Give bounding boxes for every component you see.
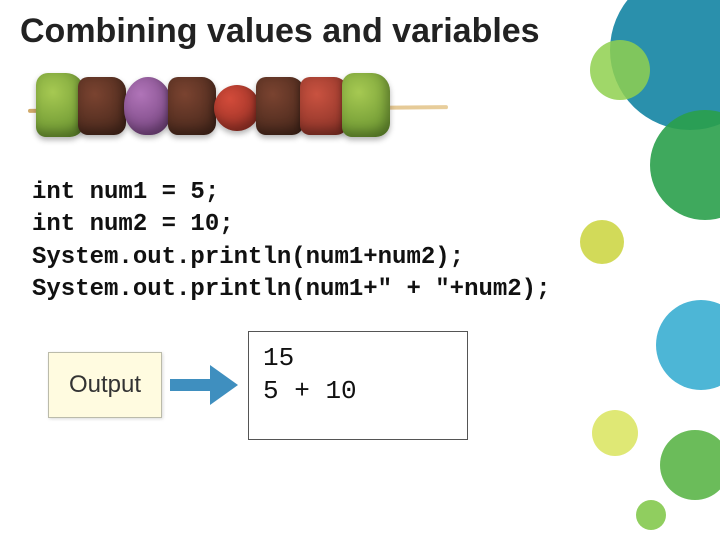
meat-icon [168, 77, 216, 135]
decorative-circle [580, 220, 624, 264]
decorative-circle [636, 500, 666, 530]
kebab-illustration [28, 59, 448, 159]
code-line: int num1 = 5; [32, 179, 219, 206]
output-line: 5 + 10 [263, 376, 357, 406]
decorative-circle [590, 40, 650, 100]
code-line: System.out.println(num1+" + "+num2); [32, 276, 550, 303]
meat-icon [256, 77, 304, 135]
slide-title: Combining values and variables [20, 12, 700, 51]
onion-icon [124, 77, 172, 135]
output-line: 15 [263, 343, 294, 373]
pepper-icon [342, 73, 390, 137]
decorative-circle [592, 410, 638, 456]
pepper-icon [36, 73, 84, 137]
pepper-icon [300, 77, 348, 135]
code-line: int num2 = 10; [32, 211, 234, 238]
meat-icon [78, 77, 126, 135]
decorative-circle [660, 430, 720, 500]
code-line: System.out.println(num1+num2); [32, 244, 464, 271]
slide: Combining values and variables int num1 … [0, 0, 720, 540]
output-label: Output [48, 352, 162, 418]
tomato-icon [214, 85, 260, 131]
arrow-right-icon [170, 365, 240, 405]
output-box: 15 5 + 10 [248, 331, 468, 441]
